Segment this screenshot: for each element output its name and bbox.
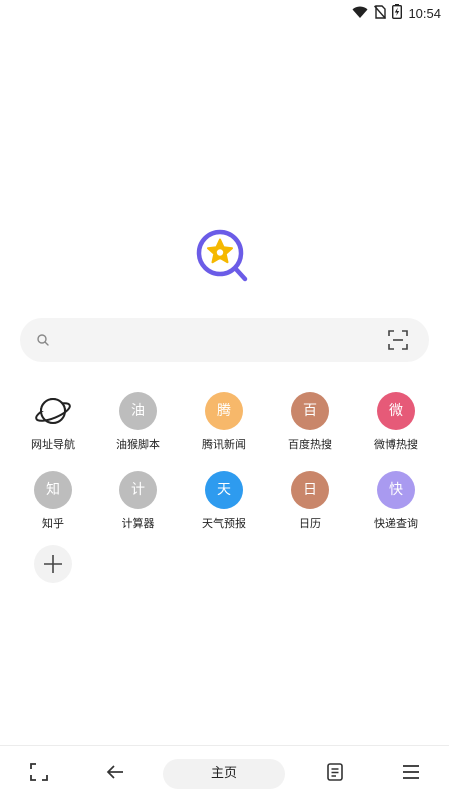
scan-icon[interactable]: [387, 329, 409, 351]
shortcut-badge: 油: [119, 392, 157, 430]
shortcut-badge: 微: [377, 392, 415, 430]
shortcut-badge: 知: [34, 471, 72, 509]
plus-icon: [43, 554, 63, 578]
shortcut-badge: 天: [205, 471, 243, 509]
status-bar: 10:54: [0, 0, 449, 26]
status-icons: 10:54: [352, 3, 441, 23]
fullscreen-icon: [30, 762, 48, 785]
shortcut-badge: 百: [291, 392, 329, 430]
shortcut-item[interactable]: 快 快递查询: [353, 464, 439, 536]
shortcut-label: 快递查询: [374, 517, 418, 530]
shortcut-label: 网址导航: [31, 438, 75, 451]
shortcut-item[interactable]: 百 百度热搜: [267, 385, 353, 457]
shortcut-label: 腾讯新闻: [202, 438, 246, 451]
back-arrow-icon: [106, 764, 124, 784]
shortcut-badge: 日: [291, 471, 329, 509]
shortcut-badge: 快: [377, 471, 415, 509]
home-button[interactable]: 主页: [163, 759, 285, 789]
shortcut-label: 油猴脚本: [116, 438, 160, 451]
shortcut-label: 天气预报: [202, 517, 246, 530]
shortcut-label: 百度热搜: [288, 438, 332, 451]
add-shortcut-button[interactable]: [34, 545, 72, 583]
shortcut-item[interactable]: 网址导航: [10, 385, 96, 457]
shortcut-item[interactable]: 计 计算器: [95, 464, 181, 536]
star-search-logo-icon: [193, 226, 253, 286]
reader-icon: [327, 762, 343, 785]
fullscreen-button[interactable]: [24, 746, 54, 800]
menu-button[interactable]: [396, 746, 426, 800]
reader-button[interactable]: [320, 746, 350, 800]
planet-icon: [34, 392, 72, 430]
back-button[interactable]: [100, 746, 130, 800]
shortcut-item[interactable]: 知 知乎: [10, 464, 96, 536]
status-time: 10:54: [408, 5, 441, 21]
wifi-icon: [352, 4, 368, 23]
shortcut-label: 微博热搜: [374, 438, 418, 451]
shortcut-badge: 腾: [205, 392, 243, 430]
shortcut-label: 计算器: [121, 517, 155, 530]
shortcut-item[interactable]: 天 天气预报: [181, 464, 267, 536]
shortcut-label: 日历: [299, 517, 321, 530]
battery-charging-icon: [392, 3, 403, 23]
shortcut-label: 知乎: [42, 517, 64, 530]
shortcut-badge: 计: [119, 471, 157, 509]
no-sim-icon: [374, 4, 387, 23]
bottom-nav: 主页: [0, 745, 449, 800]
menu-icon: [402, 764, 420, 784]
shortcut-item[interactable]: 腾 腾讯新闻: [181, 385, 267, 457]
search-input[interactable]: [60, 318, 380, 362]
shortcut-item[interactable]: 油 油猴脚本: [95, 385, 181, 457]
search-bar[interactable]: [20, 318, 429, 362]
search-icon: [36, 332, 50, 346]
shortcut-item[interactable]: 日 日历: [267, 464, 353, 536]
shortcut-item[interactable]: 微 微博热搜: [353, 385, 439, 457]
